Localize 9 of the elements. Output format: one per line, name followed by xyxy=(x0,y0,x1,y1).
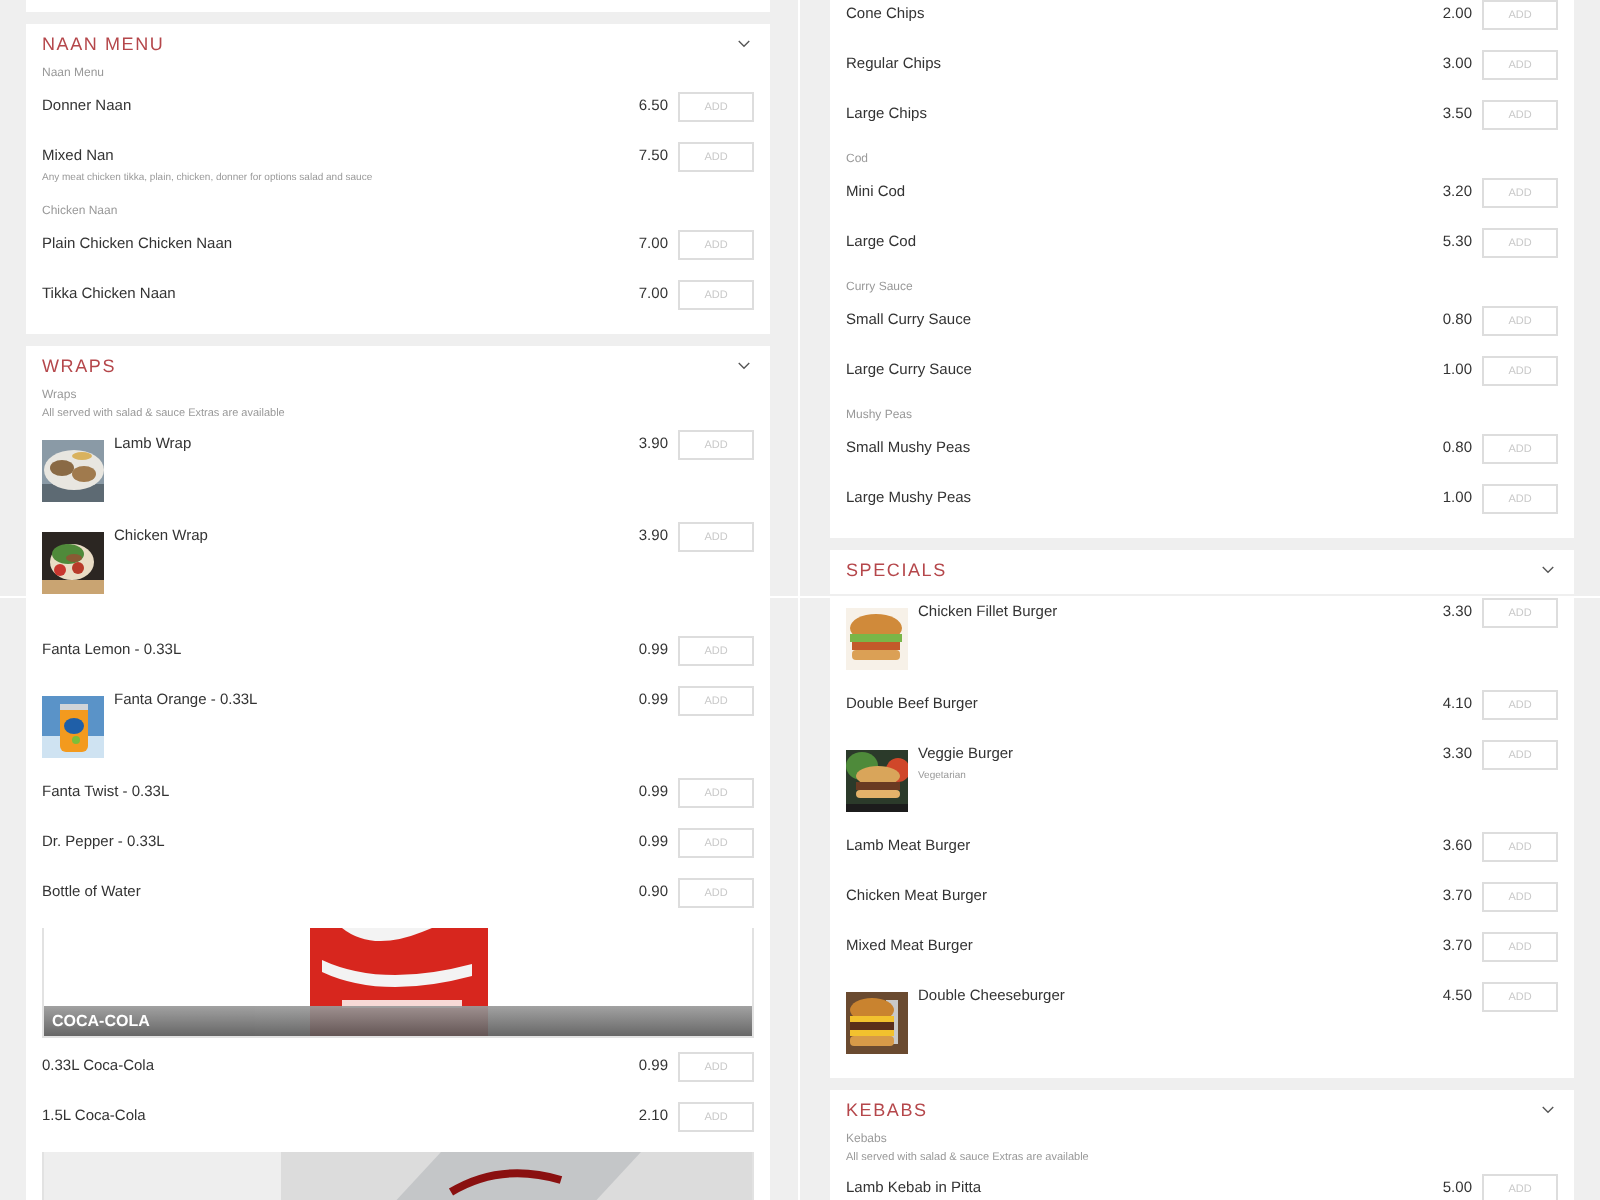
chevron-down-icon[interactable] xyxy=(1542,1106,1554,1114)
section-title: KEBABS xyxy=(846,1098,928,1122)
section-title: WRAPS xyxy=(42,354,117,378)
section-title: NAAN MENU xyxy=(42,32,165,56)
chevron-down-icon[interactable] xyxy=(738,362,750,370)
banner-title: COCA-COLA xyxy=(44,1006,752,1036)
section-title: SPECIALS xyxy=(846,558,947,582)
chevron-down-icon[interactable] xyxy=(1542,566,1554,574)
chevron-down-icon[interactable] xyxy=(738,40,750,48)
